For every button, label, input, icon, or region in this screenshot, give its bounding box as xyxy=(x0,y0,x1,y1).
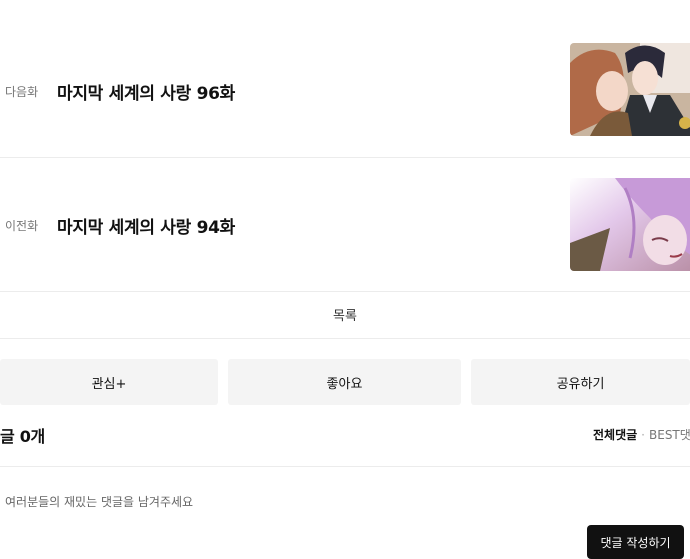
prev-episode-thumbnail[interactable] xyxy=(570,178,690,271)
filter-all-comments[interactable]: 전체댓글 xyxy=(593,428,637,442)
submit-comment-button[interactable]: 댓글 작성하기 xyxy=(587,525,684,559)
prev-episode-title[interactable]: 마지막 세계의 사랑 94화 xyxy=(57,213,235,238)
prev-episode-thumbnail-image xyxy=(570,178,690,271)
next-episode-thumbnail-image xyxy=(570,43,690,136)
next-episode-tag: 다음화 xyxy=(5,85,39,99)
next-episode-thumbnail[interactable] xyxy=(570,43,690,136)
prev-episode-row[interactable]: 이전화 마지막 세계의 사랑 94화 xyxy=(0,158,690,292)
next-episode-title[interactable]: 마지막 세계의 사랑 96화 xyxy=(57,79,235,104)
comment-input[interactable]: 여러분들의 재밌는 댓글을 남겨주세요 xyxy=(5,493,193,510)
filter-best-comments[interactable]: BEST댓 xyxy=(649,428,690,442)
divider xyxy=(0,338,690,339)
like-button[interactable]: 좋아요 xyxy=(228,359,461,405)
interest-button[interactable]: 관심+ xyxy=(0,359,218,405)
next-episode-row[interactable]: 다음화 마지막 세계의 사랑 96화 xyxy=(0,23,690,157)
episode-list-link[interactable]: 목록 xyxy=(0,300,690,328)
divider xyxy=(0,466,690,467)
filter-separator: · xyxy=(641,428,645,442)
prev-episode-tag: 이전화 xyxy=(5,219,39,233)
comment-filter: 전체댓글 · BEST댓 xyxy=(593,426,690,443)
comment-count: 글 0개 xyxy=(0,427,45,446)
share-button[interactable]: 공유하기 xyxy=(471,359,690,405)
divider xyxy=(0,291,690,292)
